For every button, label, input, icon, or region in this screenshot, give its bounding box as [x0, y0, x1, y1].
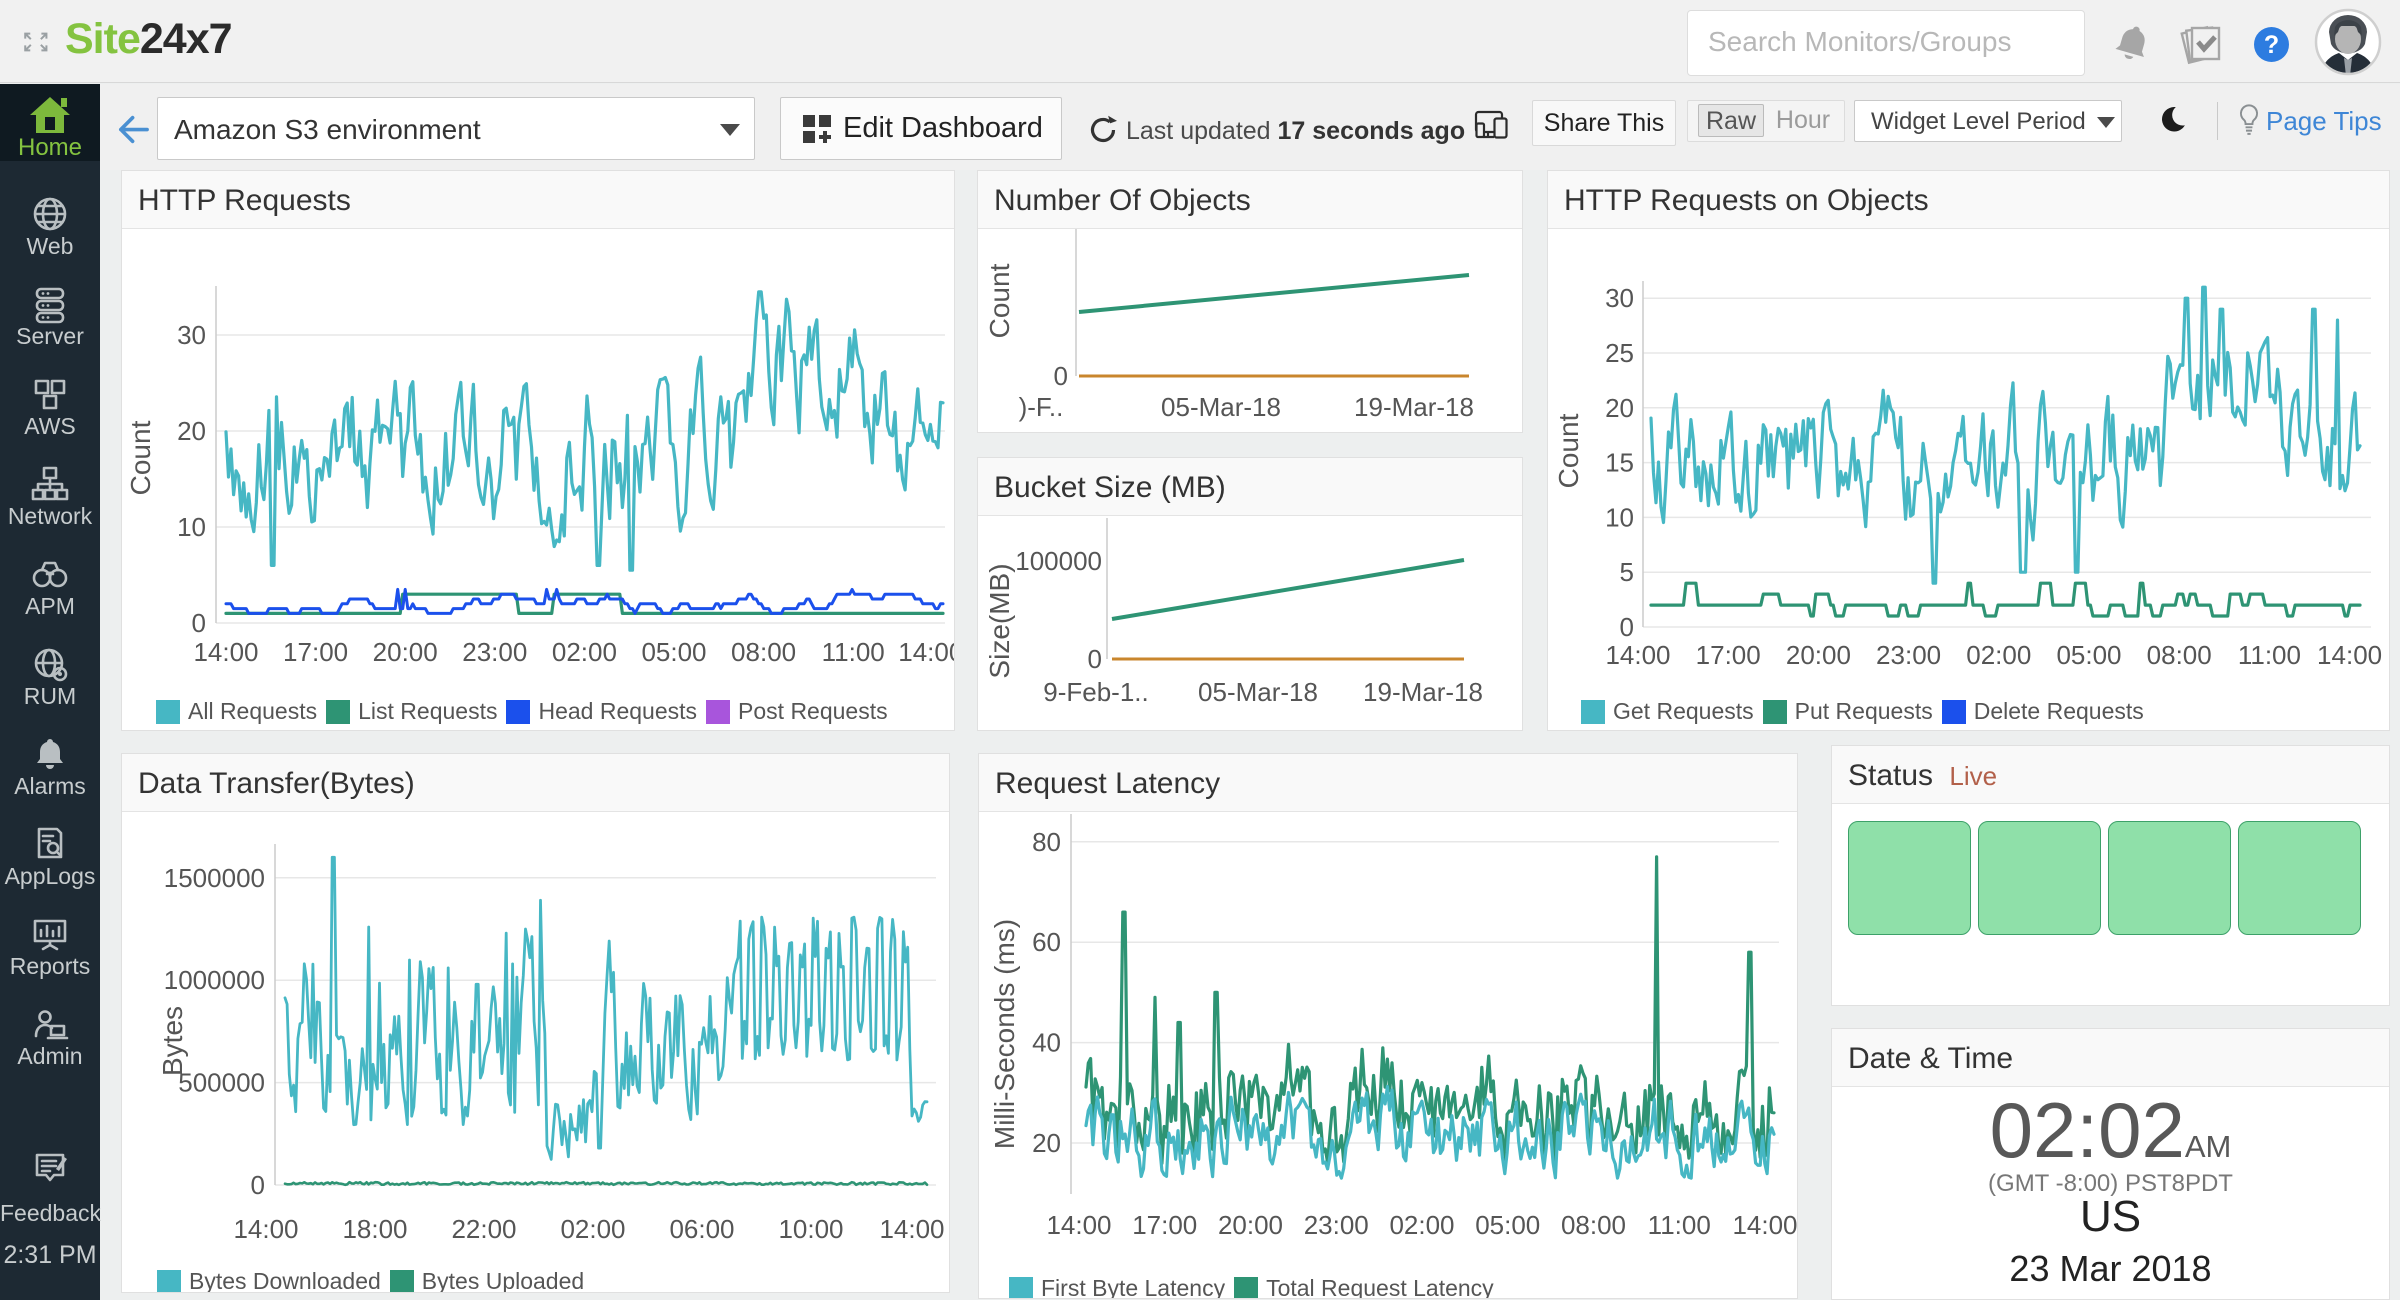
svg-text:Count: Count: [125, 420, 156, 495]
svg-text:)-F..: )-F..: [1019, 392, 1064, 422]
svg-text:08:00: 08:00: [2147, 640, 2212, 670]
svg-text:18:00: 18:00: [342, 1214, 407, 1244]
svg-text:14:00: 14:00: [1732, 1210, 1797, 1240]
svg-text:25: 25: [1605, 338, 1634, 368]
svg-text:08:00: 08:00: [731, 637, 796, 667]
svg-text:14:00: 14:00: [879, 1214, 944, 1244]
svg-text:1000000: 1000000: [164, 965, 265, 995]
svg-text:17:00: 17:00: [1696, 640, 1761, 670]
svg-text:20:00: 20:00: [1786, 640, 1851, 670]
svg-text:10: 10: [1605, 502, 1634, 532]
svg-text:30: 30: [177, 320, 206, 350]
svg-text:06:00: 06:00: [669, 1214, 734, 1244]
svg-text:02:00: 02:00: [1389, 1210, 1454, 1240]
svg-text:0: 0: [251, 1170, 265, 1200]
svg-text:15: 15: [1605, 448, 1634, 478]
svg-text:20: 20: [1032, 1128, 1061, 1158]
svg-text:05:00: 05:00: [1475, 1210, 1540, 1240]
svg-text:02:00: 02:00: [1966, 640, 2031, 670]
svg-text:5: 5: [1620, 557, 1634, 587]
svg-text:14:00: 14:00: [233, 1214, 298, 1244]
svg-text:11:00: 11:00: [1648, 1210, 1711, 1240]
svg-text:Milli-Seconds (ms): Milli-Seconds (ms): [989, 919, 1020, 1149]
svg-text:11:00: 11:00: [822, 637, 885, 667]
svg-text:9-Feb-1..: 9-Feb-1..: [1043, 677, 1149, 707]
svg-text:0: 0: [1054, 361, 1068, 391]
svg-text:500000: 500000: [178, 1068, 265, 1098]
svg-text:Size(MB): Size(MB): [984, 563, 1015, 678]
svg-text:60: 60: [1032, 927, 1061, 957]
svg-text:22:00: 22:00: [451, 1214, 516, 1244]
svg-text:23:00: 23:00: [462, 637, 527, 667]
svg-text:0: 0: [192, 608, 206, 638]
svg-text:0: 0: [1088, 644, 1102, 674]
svg-text:Count: Count: [984, 263, 1015, 338]
svg-text:05:00: 05:00: [641, 637, 706, 667]
svg-text:11:00: 11:00: [2238, 640, 2301, 670]
svg-text:30: 30: [1605, 283, 1634, 313]
svg-text:05:00: 05:00: [2056, 640, 2121, 670]
svg-text:0: 0: [1620, 612, 1634, 642]
svg-text:17:00: 17:00: [1132, 1210, 1197, 1240]
svg-text:19-Mar-18: 19-Mar-18: [1354, 392, 1474, 422]
svg-text:02:00: 02:00: [560, 1214, 625, 1244]
svg-text:1500000: 1500000: [164, 863, 265, 893]
svg-text:14:00: 14:00: [898, 637, 955, 667]
svg-text:Count: Count: [1553, 413, 1584, 488]
svg-text:14:00: 14:00: [1605, 640, 1670, 670]
svg-text:20:00: 20:00: [373, 637, 438, 667]
svg-text:23:00: 23:00: [1304, 1210, 1369, 1240]
svg-text:05-Mar-18: 05-Mar-18: [1198, 677, 1318, 707]
svg-text:100000: 100000: [1015, 546, 1102, 576]
svg-text:23:00: 23:00: [1876, 640, 1941, 670]
svg-text:40: 40: [1032, 1028, 1061, 1058]
svg-text:17:00: 17:00: [283, 637, 348, 667]
svg-text:80: 80: [1032, 827, 1061, 857]
svg-text:20: 20: [1605, 393, 1634, 423]
svg-text:05-Mar-18: 05-Mar-18: [1161, 392, 1281, 422]
svg-text:14:00: 14:00: [1046, 1210, 1111, 1240]
svg-text:20: 20: [177, 416, 206, 446]
svg-text:14:00: 14:00: [2317, 640, 2382, 670]
svg-text:14:00: 14:00: [193, 637, 258, 667]
svg-text:08:00: 08:00: [1561, 1210, 1626, 1240]
svg-text:19-Mar-18: 19-Mar-18: [1363, 677, 1483, 707]
svg-text:Bytes: Bytes: [157, 1006, 188, 1076]
svg-text:10:00: 10:00: [778, 1214, 843, 1244]
svg-text:20:00: 20:00: [1218, 1210, 1283, 1240]
svg-text:10: 10: [177, 512, 206, 542]
svg-text:02:00: 02:00: [552, 637, 617, 667]
